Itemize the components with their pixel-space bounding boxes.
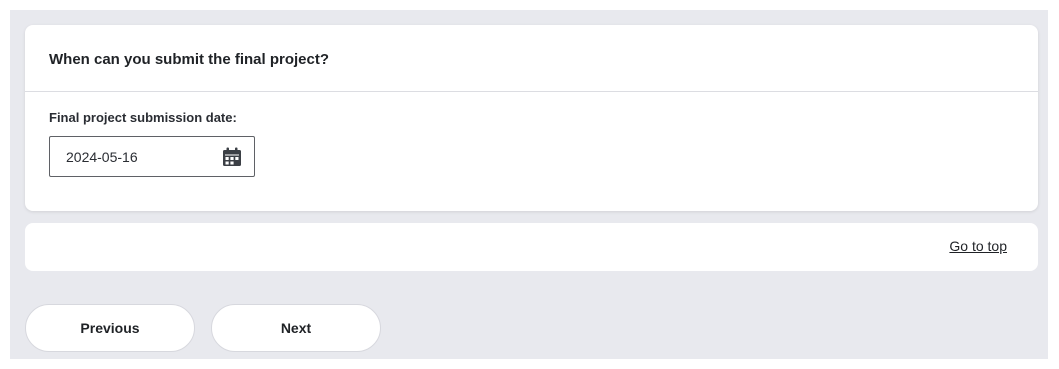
question-body: Final project submission date: 2024-05-1… (25, 92, 1038, 177)
submission-date-input[interactable]: 2024-05-16 (49, 136, 255, 177)
next-button[interactable]: Next (211, 304, 381, 352)
question-title: When can you submit the final project? (49, 50, 330, 68)
question-card: When can you submit the final project? F… (25, 25, 1038, 211)
calendar-icon[interactable] (222, 147, 242, 167)
page-frame: When can you submit the final project? F… (10, 10, 1048, 359)
question-header: When can you submit the final project? (25, 25, 1038, 92)
go-to-top-link[interactable]: Go to top (949, 238, 1007, 254)
go-to-top-bar: Go to top (25, 223, 1038, 271)
date-value[interactable]: 2024-05-16 (66, 149, 138, 165)
date-field-label: Final project submission date: (49, 110, 237, 125)
previous-button[interactable]: Previous (25, 304, 195, 352)
